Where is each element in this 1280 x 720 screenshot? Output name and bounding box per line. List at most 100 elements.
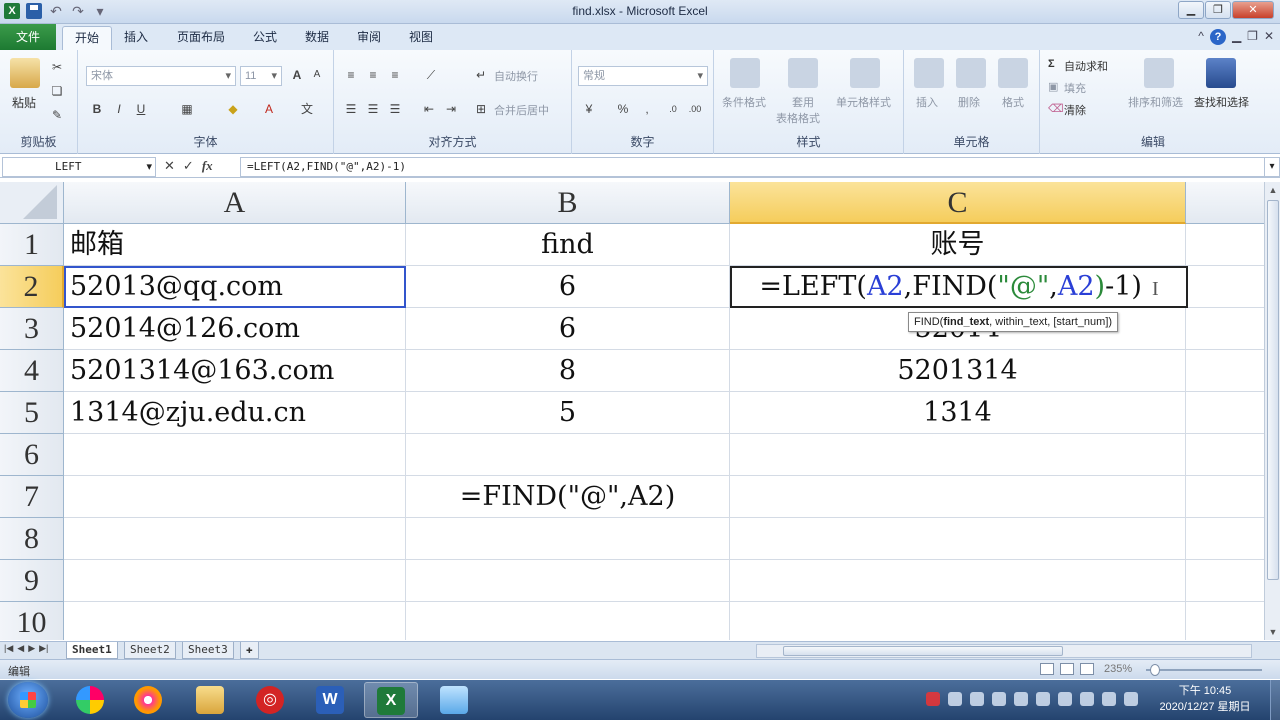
- align-left-icon[interactable]: ☰: [342, 100, 360, 118]
- cell-b8[interactable]: [406, 518, 730, 560]
- insert-cells-icon[interactable]: [914, 58, 944, 88]
- bluetooth-icon[interactable]: [1014, 692, 1028, 706]
- clear-button[interactable]: 清除: [1064, 102, 1086, 118]
- workbook-minimize-icon[interactable]: ▁: [1232, 29, 1241, 45]
- taskbar-app-browser[interactable]: [122, 682, 176, 718]
- increase-indent-icon[interactable]: ⇥: [442, 100, 460, 118]
- cell-styles-icon[interactable]: [850, 58, 880, 88]
- cancel-entry-icon[interactable]: ✕: [164, 158, 175, 174]
- wrap-text-icon[interactable]: ↵: [472, 66, 490, 84]
- row-header-3[interactable]: 3: [0, 308, 64, 350]
- cell-a5[interactable]: 1314@zju.edu.cn: [64, 392, 406, 434]
- taskbar-app-excel[interactable]: X: [364, 682, 418, 718]
- tab-page-layout[interactable]: 页面布局: [165, 26, 237, 50]
- cell-a2[interactable]: 52013@qq.com: [64, 266, 406, 308]
- column-header-d[interactable]: [1186, 182, 1264, 224]
- cell-d10[interactable]: [1186, 602, 1264, 640]
- tab-review[interactable]: 审阅: [345, 26, 393, 50]
- wifi-signal-icon[interactable]: [1124, 692, 1138, 706]
- cell-b10[interactable]: [406, 602, 730, 640]
- cell-d1[interactable]: [1186, 224, 1264, 266]
- last-sheet-icon[interactable]: ▶|: [39, 643, 48, 654]
- start-button[interactable]: [8, 682, 48, 718]
- cell-d5[interactable]: [1186, 392, 1264, 434]
- paste-button[interactable]: 粘贴: [12, 94, 36, 111]
- taskbar-app-word[interactable]: W: [304, 682, 358, 718]
- cell-c2-editing[interactable]: =LEFT(A2,FIND("@",A2)-1) I: [730, 266, 1188, 308]
- cell-a6[interactable]: [64, 434, 406, 476]
- row-header-10[interactable]: 10: [0, 602, 64, 640]
- close-button[interactable]: ✕: [1232, 1, 1274, 19]
- cut-icon[interactable]: ✂: [48, 58, 66, 76]
- tab-formulas[interactable]: 公式: [241, 26, 289, 50]
- cell-c8[interactable]: [730, 518, 1186, 560]
- security-icon[interactable]: [970, 692, 984, 706]
- cell-c1[interactable]: 账号: [730, 224, 1186, 266]
- format-cells-button[interactable]: 格式: [1002, 94, 1024, 110]
- cell-styles-button[interactable]: 单元格样式: [836, 94, 891, 110]
- cell-b4[interactable]: 8: [406, 350, 730, 392]
- column-header-c[interactable]: C: [730, 182, 1186, 224]
- insert-function-icon[interactable]: fx: [202, 158, 213, 174]
- tooltip-current-arg[interactable]: find_text: [943, 316, 989, 328]
- phonetic-icon[interactable]: 文: [298, 100, 316, 118]
- row-header-5[interactable]: 5: [0, 392, 64, 434]
- cell-c4[interactable]: 5201314: [730, 350, 1186, 392]
- sheet-tab-sheet1[interactable]: Sheet1: [66, 642, 118, 659]
- restore-button[interactable]: ❐: [1205, 1, 1231, 19]
- row-header-1[interactable]: 1: [0, 224, 64, 266]
- merge-center-button[interactable]: 合并后居中: [494, 102, 549, 118]
- cell-c9[interactable]: [730, 560, 1186, 602]
- insert-sheet-icon[interactable]: ✚: [240, 642, 259, 659]
- cell-c10[interactable]: [730, 602, 1186, 640]
- format-cells-icon[interactable]: [998, 58, 1028, 88]
- column-header-a[interactable]: A: [64, 182, 406, 224]
- tab-home[interactable]: 开始: [62, 26, 113, 50]
- comma-icon[interactable]: ,: [638, 100, 656, 118]
- merge-center-icon[interactable]: ⊞: [472, 100, 490, 118]
- tab-insert[interactable]: 插入: [112, 26, 160, 50]
- border-icon[interactable]: ▦: [178, 100, 196, 118]
- taskbar-app-explorer[interactable]: [184, 682, 238, 718]
- cell-a8[interactable]: [64, 518, 406, 560]
- find-select-button[interactable]: 查找和选择: [1194, 94, 1249, 110]
- insert-cells-button[interactable]: 插入: [916, 94, 938, 110]
- normal-view-icon[interactable]: [1040, 663, 1054, 675]
- fill-button[interactable]: 填充: [1064, 80, 1086, 96]
- cell-b7[interactable]: =FIND("@",A2): [406, 476, 730, 518]
- tray-app-icon[interactable]: [1036, 692, 1050, 706]
- number-format-field[interactable]: 常规: [578, 66, 708, 86]
- usb-icon[interactable]: [1058, 692, 1072, 706]
- tab-data[interactable]: 数据: [293, 26, 341, 50]
- tab-view[interactable]: 视图: [397, 26, 445, 50]
- align-right-icon[interactable]: ☰: [386, 100, 404, 118]
- zoom-slider[interactable]: [1146, 669, 1262, 671]
- delete-cells-button[interactable]: 删除: [958, 94, 980, 110]
- first-sheet-icon[interactable]: |◀: [4, 643, 13, 654]
- cell-c5[interactable]: 1314: [730, 392, 1186, 434]
- cell-a1[interactable]: 邮箱: [64, 224, 406, 266]
- cell-b3[interactable]: 6: [406, 308, 730, 350]
- zoom-slider-knob[interactable]: [1150, 664, 1160, 676]
- expand-formula-bar-icon[interactable]: ▾: [1264, 157, 1280, 177]
- cell-d8[interactable]: [1186, 518, 1264, 560]
- conditional-format-button[interactable]: 条件格式: [722, 94, 766, 110]
- sort-filter-button[interactable]: 排序和筛选: [1128, 94, 1183, 110]
- align-center-icon[interactable]: ☰: [364, 100, 382, 118]
- row-header-2[interactable]: 2: [0, 266, 64, 308]
- decrease-decimal-icon[interactable]: .00: [686, 100, 704, 118]
- orientation-icon[interactable]: ⟋: [422, 66, 440, 84]
- autosum-button[interactable]: 自动求和: [1064, 58, 1108, 74]
- cell-a3[interactable]: 52014@126.com: [64, 308, 406, 350]
- cell-b6[interactable]: [406, 434, 730, 476]
- clear-icon[interactable]: ⌫: [1048, 102, 1064, 115]
- formula-input[interactable]: =LEFT(A2,FIND("@",A2)-1): [240, 157, 1264, 177]
- format-painter-icon[interactable]: ✎: [48, 106, 66, 124]
- italic-icon[interactable]: I: [110, 100, 128, 118]
- bold-icon[interactable]: B: [88, 100, 106, 118]
- table-format-button-line2[interactable]: 表格格式: [776, 110, 820, 126]
- decrease-indent-icon[interactable]: ⇤: [420, 100, 438, 118]
- sort-filter-icon[interactable]: [1144, 58, 1174, 88]
- cell-a10[interactable]: [64, 602, 406, 640]
- font-name-field[interactable]: 宋体: [86, 66, 236, 86]
